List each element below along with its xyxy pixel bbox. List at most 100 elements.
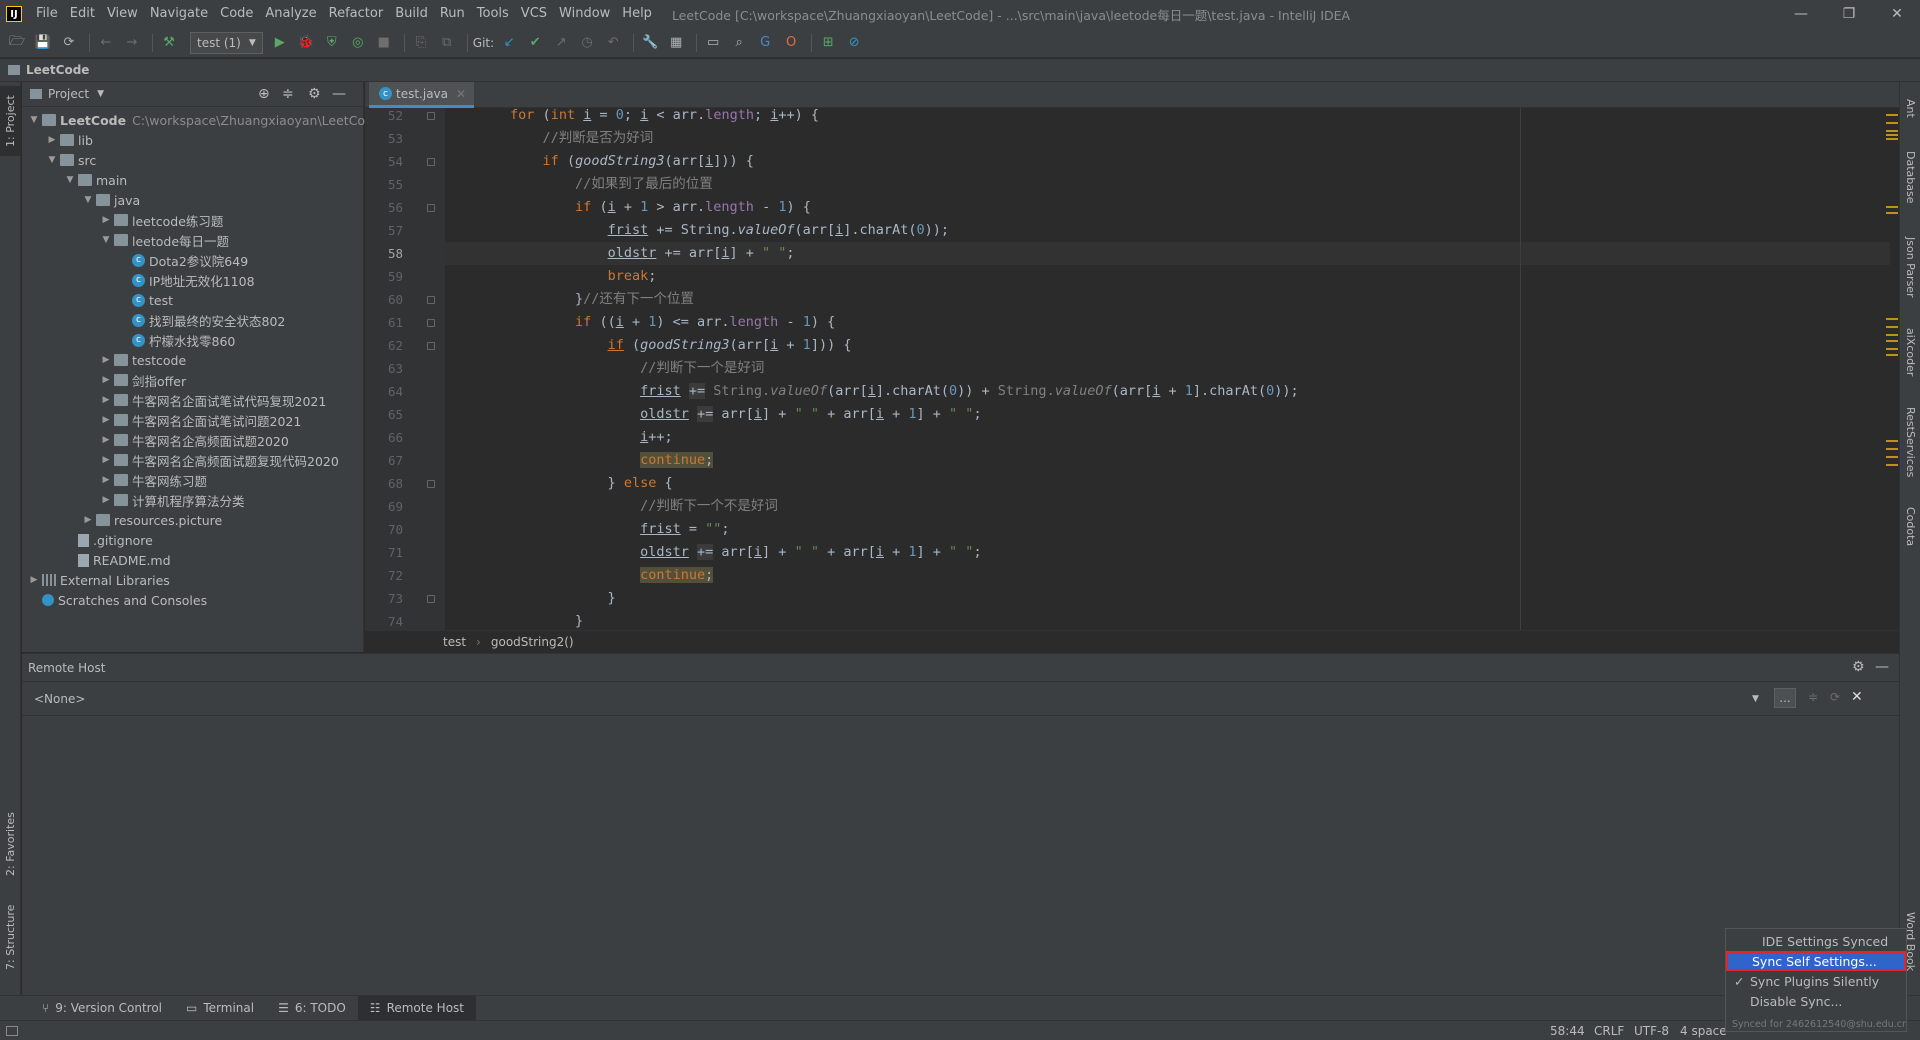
- line-number[interactable]: 69: [388, 495, 403, 518]
- caret-position[interactable]: 58:44: [1550, 1024, 1585, 1038]
- warning-marker[interactable]: [1886, 354, 1898, 356]
- settings-wrench-icon[interactable]: 🔧: [639, 32, 661, 54]
- tree-item[interactable]: ▼ main: [64, 170, 128, 190]
- warning-marker[interactable]: [1886, 212, 1898, 214]
- code-line[interactable]: frist = "";: [445, 518, 1890, 541]
- tab-rest-services[interactable]: RestServices: [1900, 397, 1920, 487]
- collapsed-arrow-icon[interactable]: ▶: [100, 455, 112, 465]
- run-icon[interactable]: ▶: [269, 32, 291, 54]
- warning-marker[interactable]: [1886, 440, 1898, 442]
- git-history-icon[interactable]: ◷: [576, 32, 598, 54]
- fold-marker-icon[interactable]: [427, 319, 435, 327]
- attach-debugger-icon[interactable]: ⎘: [410, 32, 432, 54]
- code-line[interactable]: if (goodString3(arr[i])) {: [445, 150, 1890, 173]
- tree-item[interactable]: ▶ testcode: [100, 350, 187, 370]
- popup-item[interactable]: ✓ Sync Plugins Silently: [1726, 971, 1906, 991]
- toggle-tool-windows-icon[interactable]: [6, 1025, 18, 1036]
- code-line[interactable]: continue;: [445, 449, 1890, 472]
- fold-marker-icon[interactable]: [427, 204, 435, 212]
- popup-item[interactable]: Sync Self Settings...: [1726, 951, 1906, 971]
- tree-item[interactable]: ▶ 牛客网名企高频面试题复现代码2020: [100, 450, 339, 470]
- code-line[interactable]: frist += String.valueOf(arr[i].charAt(0)…: [445, 219, 1890, 242]
- collapsed-arrow-icon[interactable]: ▶: [100, 355, 112, 365]
- minimize-button[interactable]: —: [1778, 0, 1824, 28]
- line-number[interactable]: 72: [388, 564, 403, 587]
- line-number[interactable]: 70: [388, 518, 403, 541]
- forward-icon[interactable]: →: [121, 32, 143, 54]
- tree-item[interactable]: ▼ src: [46, 150, 97, 170]
- bottom-tab-versioncontrol[interactable]: ⑂ 9: Version Control: [30, 996, 174, 1021]
- error-stripe[interactable]: [1886, 108, 1898, 630]
- project-view-select[interactable]: Project: [48, 87, 89, 101]
- chevron-down-icon[interactable]: ▼: [1752, 694, 1759, 704]
- browse-button[interactable]: ...: [1774, 688, 1796, 708]
- collapsed-arrow-icon[interactable]: ▶: [100, 375, 112, 385]
- code-line[interactable]: i++;: [445, 426, 1890, 449]
- update-running-icon[interactable]: ⧉: [436, 32, 458, 54]
- menu-analyze[interactable]: Analyze: [259, 0, 322, 28]
- menu-refactor[interactable]: Refactor: [323, 0, 390, 28]
- tree-item[interactable]: c 找到最终的安全状态802: [118, 310, 285, 330]
- remote-host-select[interactable]: <None>: [34, 692, 85, 706]
- fold-marker-icon[interactable]: [427, 595, 435, 603]
- popup-item[interactable]: Disable Sync...: [1726, 991, 1906, 1011]
- line-number[interactable]: 67: [388, 449, 403, 472]
- git-commit-icon[interactable]: ✔: [524, 32, 546, 54]
- warning-marker[interactable]: [1886, 340, 1898, 342]
- code-line[interactable]: //判断下一个不是好词: [445, 495, 1890, 518]
- indent-setting[interactable]: 4 space: [1680, 1024, 1727, 1038]
- close-button[interactable]: ✕: [1874, 0, 1920, 28]
- menu-view[interactable]: View: [101, 0, 144, 28]
- tree-item[interactable]: ▶ 剑指offer: [100, 370, 187, 390]
- line-number[interactable]: 55: [388, 173, 403, 196]
- code-line[interactable]: oldstr += arr[i] + " " + arr[i + 1] + " …: [445, 541, 1890, 564]
- menu-file[interactable]: File: [30, 0, 64, 28]
- code-line[interactable]: }: [445, 587, 1890, 610]
- menu-edit[interactable]: Edit: [64, 0, 101, 28]
- expanded-arrow-icon[interactable]: ▼: [100, 235, 112, 245]
- line-number[interactable]: 59: [388, 265, 403, 288]
- code-line[interactable]: oldstr += arr[i] + " ";: [445, 242, 1890, 265]
- line-number[interactable]: 58: [388, 242, 403, 265]
- code-line[interactable]: }//还有下一个位置: [445, 288, 1890, 311]
- warning-marker[interactable]: [1886, 134, 1898, 136]
- collapsed-arrow-icon[interactable]: ▶: [82, 515, 94, 525]
- disable-icon[interactable]: ⊘: [843, 32, 865, 54]
- fold-marker-icon[interactable]: [427, 296, 435, 304]
- bottom-tab-remotehost[interactable]: ☷ Remote Host: [357, 995, 476, 1021]
- code-line[interactable]: //判断是否为好词: [445, 127, 1890, 150]
- code-line[interactable]: }: [445, 610, 1890, 630]
- tab-ant[interactable]: Ant: [1900, 88, 1920, 128]
- line-number[interactable]: 53: [388, 127, 403, 150]
- code-editor[interactable]: for (int i = 0; i < arr.length; i++) { /…: [445, 108, 1890, 630]
- breadcrumb-class[interactable]: test: [443, 635, 466, 649]
- collapsed-arrow-icon[interactable]: ▶: [100, 395, 112, 405]
- collapsed-arrow-icon[interactable]: ▶: [100, 495, 112, 505]
- warning-marker[interactable]: [1886, 130, 1898, 132]
- line-number[interactable]: 62: [388, 334, 403, 357]
- tree-item[interactable]: ▶ resources.picture: [82, 510, 223, 530]
- code-line[interactable]: frist += String.valueOf(arr[i].charAt(0)…: [445, 380, 1890, 403]
- line-number[interactable]: 61: [388, 311, 403, 334]
- locate-icon[interactable]: ⊕: [258, 86, 270, 102]
- build-hammer-icon[interactable]: ⚒: [158, 32, 180, 54]
- fold-marker-icon[interactable]: [427, 158, 435, 166]
- collapsed-arrow-icon[interactable]: ▶: [100, 215, 112, 225]
- warning-marker[interactable]: [1886, 464, 1898, 466]
- terminal-window-icon[interactable]: ▭: [702, 32, 724, 54]
- close-tab-icon[interactable]: ✕: [456, 87, 466, 101]
- close-icon[interactable]: ✕: [1851, 689, 1863, 705]
- tree-item[interactable]: ▶ 牛客网名企面试笔试问题2021: [100, 410, 302, 430]
- collapse-all-icon[interactable]: ≑: [282, 86, 294, 102]
- code-line[interactable]: } else {: [445, 472, 1890, 495]
- warning-marker[interactable]: [1886, 348, 1898, 350]
- hide-panel-icon[interactable]: —: [332, 86, 346, 102]
- line-number[interactable]: 64: [388, 380, 403, 403]
- tree-item[interactable]: c 柠檬水找零860: [118, 330, 235, 350]
- code-line[interactable]: continue;: [445, 564, 1890, 587]
- line-number[interactable]: 71: [388, 541, 403, 564]
- tree-item[interactable]: ▶ leetcode练习题: [100, 210, 224, 230]
- tree-item[interactable]: Scratches and Consoles: [28, 590, 207, 610]
- run-config-select[interactable]: test (1) ▼: [190, 31, 263, 54]
- tree-item[interactable]: ▶ 牛客网名企面试笔试代码复现2021: [100, 390, 327, 410]
